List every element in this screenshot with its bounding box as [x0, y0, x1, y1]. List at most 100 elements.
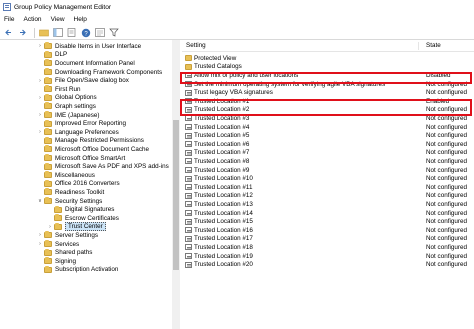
tree-item-label: Document Information Panel — [55, 59, 135, 67]
tree-item[interactable]: DLP — [36, 50, 67, 60]
policy-row[interactable]: Trusted Location #16 Not configured — [182, 226, 474, 235]
policy-row[interactable]: Trusted Location #19 Not configured — [182, 252, 474, 261]
folder-icon — [44, 231, 52, 239]
list-folder-row[interactable]: Trusted Catalogs — [182, 63, 474, 72]
policy-row[interactable]: Trusted Location #10 Not configured — [182, 174, 474, 183]
expand-chevron-icon[interactable]: › — [36, 78, 44, 84]
tree-item[interactable]: › Services — [36, 240, 79, 249]
tree-item[interactable]: Office 2016 Converters — [36, 179, 120, 189]
policy-row[interactable]: Trusted Location #14 Not configured — [182, 209, 474, 218]
policy-row[interactable]: Trusted Location #1 Enabled — [182, 97, 474, 106]
policy-row[interactable]: Trusted Location #18 Not configured — [182, 243, 474, 252]
expand-chevron-icon[interactable]: › — [46, 224, 54, 230]
policy-row[interactable]: Trusted Location #8 Not configured — [182, 157, 474, 166]
tree-item[interactable]: Microsoft Office Document Cache — [36, 145, 149, 154]
policy-setting-name: Trusted Location #17 — [194, 235, 253, 243]
tree-item[interactable]: Graph settings — [36, 102, 96, 111]
tree-item[interactable]: First Run — [36, 85, 81, 94]
show-hide-tree-icon[interactable] — [52, 27, 63, 38]
tree-item[interactable]: › File Open/Save dialog box — [36, 76, 129, 85]
policy-row[interactable]: Trusted Location #20 Not configured — [182, 260, 474, 269]
settings-list: Setting State Protected View Trusted Cata… — [182, 40, 474, 329]
tree-item[interactable]: › Server Settings — [36, 231, 98, 240]
help-icon[interactable]: ? — [80, 27, 91, 38]
expand-chevron-icon[interactable]: › — [36, 112, 44, 118]
policy-row[interactable]: Trusted Location #2 Not configured — [182, 106, 474, 115]
menu-view[interactable]: View — [51, 16, 65, 23]
policy-setting-icon — [185, 158, 192, 165]
policy-row[interactable]: Trusted Location #3 Not configured — [182, 114, 474, 123]
tree-item[interactable]: › Global Options — [36, 93, 97, 103]
tree-item[interactable]: Manage Restricted Permissions — [36, 136, 144, 146]
tree-item-label: Miscellaneous — [55, 171, 95, 179]
tree-item[interactable]: Readiness Toolkit — [36, 188, 104, 197]
expand-chevron-icon[interactable]: › — [36, 241, 44, 247]
tree-item[interactable]: › Language Preferences — [36, 128, 119, 137]
tree-item[interactable]: Escrow Certificates — [46, 214, 119, 223]
policy-row[interactable]: Trusted Location #9 Not configured — [182, 166, 474, 175]
policy-state: Not configured — [426, 123, 467, 131]
export-list-icon[interactable] — [66, 27, 77, 38]
folder-icon — [44, 188, 52, 196]
list-folder-row[interactable]: Protected View — [182, 54, 474, 63]
column-header-state[interactable]: State — [426, 42, 441, 49]
policy-row[interactable]: Trusted Location #12 Not configured — [182, 192, 474, 201]
tree-item[interactable]: Improved Error Reporting — [36, 119, 126, 128]
forward-arrow-icon[interactable] — [17, 27, 28, 38]
expand-chevron-icon[interactable]: › — [36, 232, 44, 238]
tree-scrollbar-thumb[interactable] — [173, 120, 179, 270]
policy-row[interactable]: Trusted Location #6 Not configured — [182, 140, 474, 149]
back-arrow-icon[interactable] — [3, 27, 14, 38]
tree-item[interactable]: Downloading Framework Components — [36, 68, 162, 77]
tree-item-label: Manage Restricted Permissions — [55, 137, 144, 145]
folder-icon — [44, 145, 52, 153]
policy-row[interactable]: Trusted Location #17 Not configured — [182, 235, 474, 244]
policy-row[interactable]: Allow mix of policy and user locations Di… — [182, 71, 474, 80]
tree-item[interactable]: › IME (Japanese) — [36, 111, 99, 120]
policy-row[interactable]: Trust legacy VBA signatures Not configure… — [182, 88, 474, 97]
folder-icon — [44, 59, 52, 67]
tree-scrollbar[interactable] — [172, 40, 180, 329]
tree-item[interactable]: › Disable Items in User Interface — [36, 42, 141, 51]
expand-chevron-icon[interactable]: › — [36, 43, 44, 49]
policy-setting-icon — [185, 141, 192, 148]
expand-chevron-icon[interactable]: › — [36, 95, 44, 101]
tree-item[interactable]: Document Information Panel — [36, 59, 135, 68]
menu-action[interactable]: Action — [23, 16, 41, 23]
folder-icon — [44, 248, 52, 256]
collapse-chevron-icon[interactable]: ∨ — [36, 198, 44, 204]
policy-setting-icon — [185, 124, 192, 131]
policy-row[interactable]: Trusted Location #15 Not configured — [182, 217, 474, 226]
tree-item[interactable]: Miscellaneous — [36, 171, 95, 180]
expand-chevron-icon[interactable]: › — [36, 129, 44, 135]
tree-item[interactable]: Signing — [36, 257, 76, 266]
tree-item[interactable]: › Trust Center — [46, 222, 106, 232]
policy-row[interactable]: Trusted Location #13 Not configured — [182, 200, 474, 209]
policy-row[interactable]: Set the minimum operating system for ver… — [182, 80, 474, 89]
policy-state: Not configured — [426, 89, 467, 97]
column-divider[interactable] — [418, 42, 419, 50]
tree-item[interactable]: Microsoft Office SmartArt — [36, 154, 125, 163]
tree-item-label: Improved Error Reporting — [55, 120, 127, 128]
policy-row[interactable]: Trusted Location #5 Not configured — [182, 131, 474, 140]
menu-help[interactable]: Help — [74, 16, 87, 23]
up-folder-icon[interactable] — [38, 27, 49, 38]
policy-state: Not configured — [426, 252, 467, 260]
column-header-setting[interactable]: Setting — [186, 42, 206, 49]
tree-item[interactable]: ∨ Security Settings — [36, 197, 102, 206]
tree-item[interactable]: Microsoft Save As PDF and XPS add-ins — [36, 162, 169, 171]
tree-item[interactable]: Shared paths — [36, 248, 92, 257]
filter-icon[interactable] — [108, 27, 119, 38]
tree-item-label: Readiness Toolkit — [55, 188, 105, 196]
policy-setting-name: Trusted Location #16 — [194, 226, 253, 234]
tree-item[interactable]: Subscription Activation — [36, 265, 118, 275]
policy-setting-icon — [185, 89, 192, 96]
menu-file[interactable]: File — [4, 16, 14, 23]
policy-row[interactable]: Trusted Location #4 Not configured — [182, 123, 474, 132]
tree-item[interactable]: Digital Signatures — [46, 205, 114, 214]
policy-row[interactable]: Trusted Location #7 Not configured — [182, 149, 474, 158]
tree-item-label: Microsoft Save As PDF and XPS add-ins — [55, 163, 169, 171]
policy-row[interactable]: Trusted Location #11 Not configured — [182, 183, 474, 192]
policy-setting-icon — [185, 72, 192, 79]
properties-icon[interactable] — [94, 27, 105, 38]
